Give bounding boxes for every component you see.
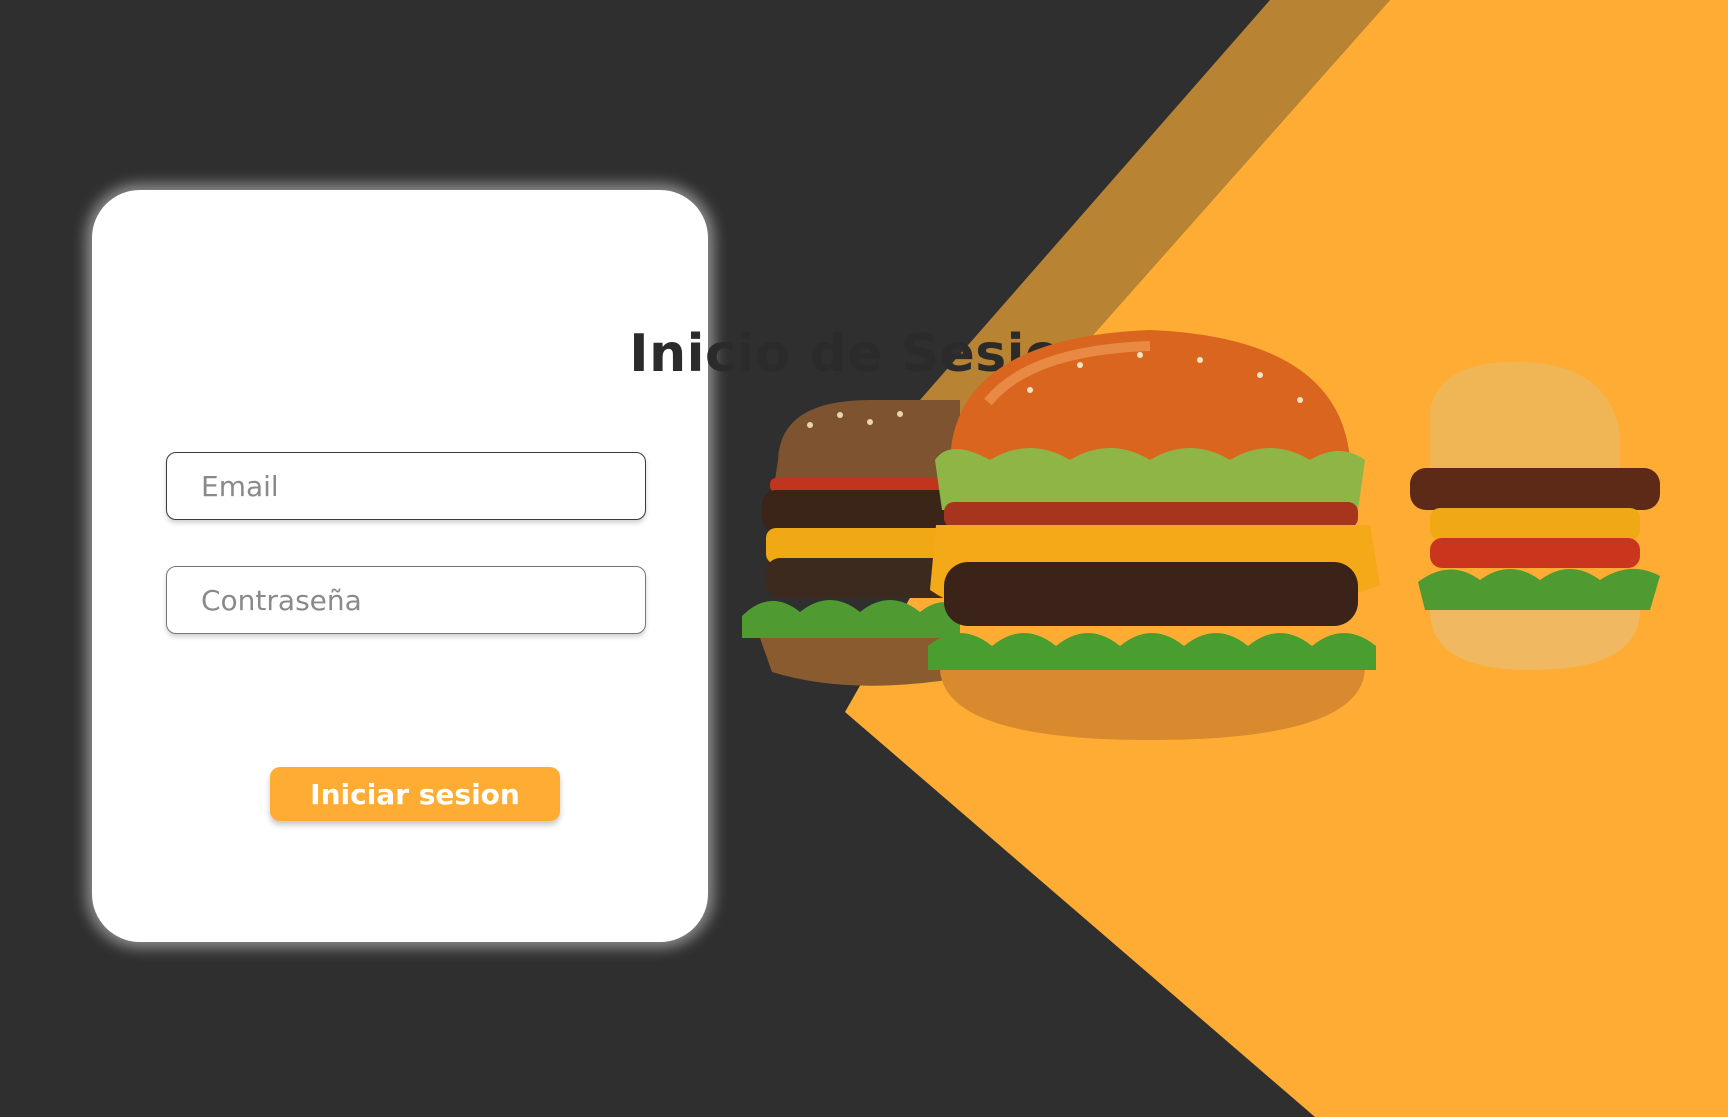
password-field[interactable]	[166, 566, 646, 634]
center-burger	[928, 330, 1380, 740]
email-field[interactable]	[166, 452, 646, 520]
right-burger	[1410, 361, 1660, 670]
left-burger	[742, 400, 960, 686]
login-button[interactable]: Iniciar sesion	[270, 767, 560, 821]
burger-image	[742, 330, 1660, 740]
login-page: Inicio de Sesion Iniciar sesion	[0, 0, 1728, 1117]
